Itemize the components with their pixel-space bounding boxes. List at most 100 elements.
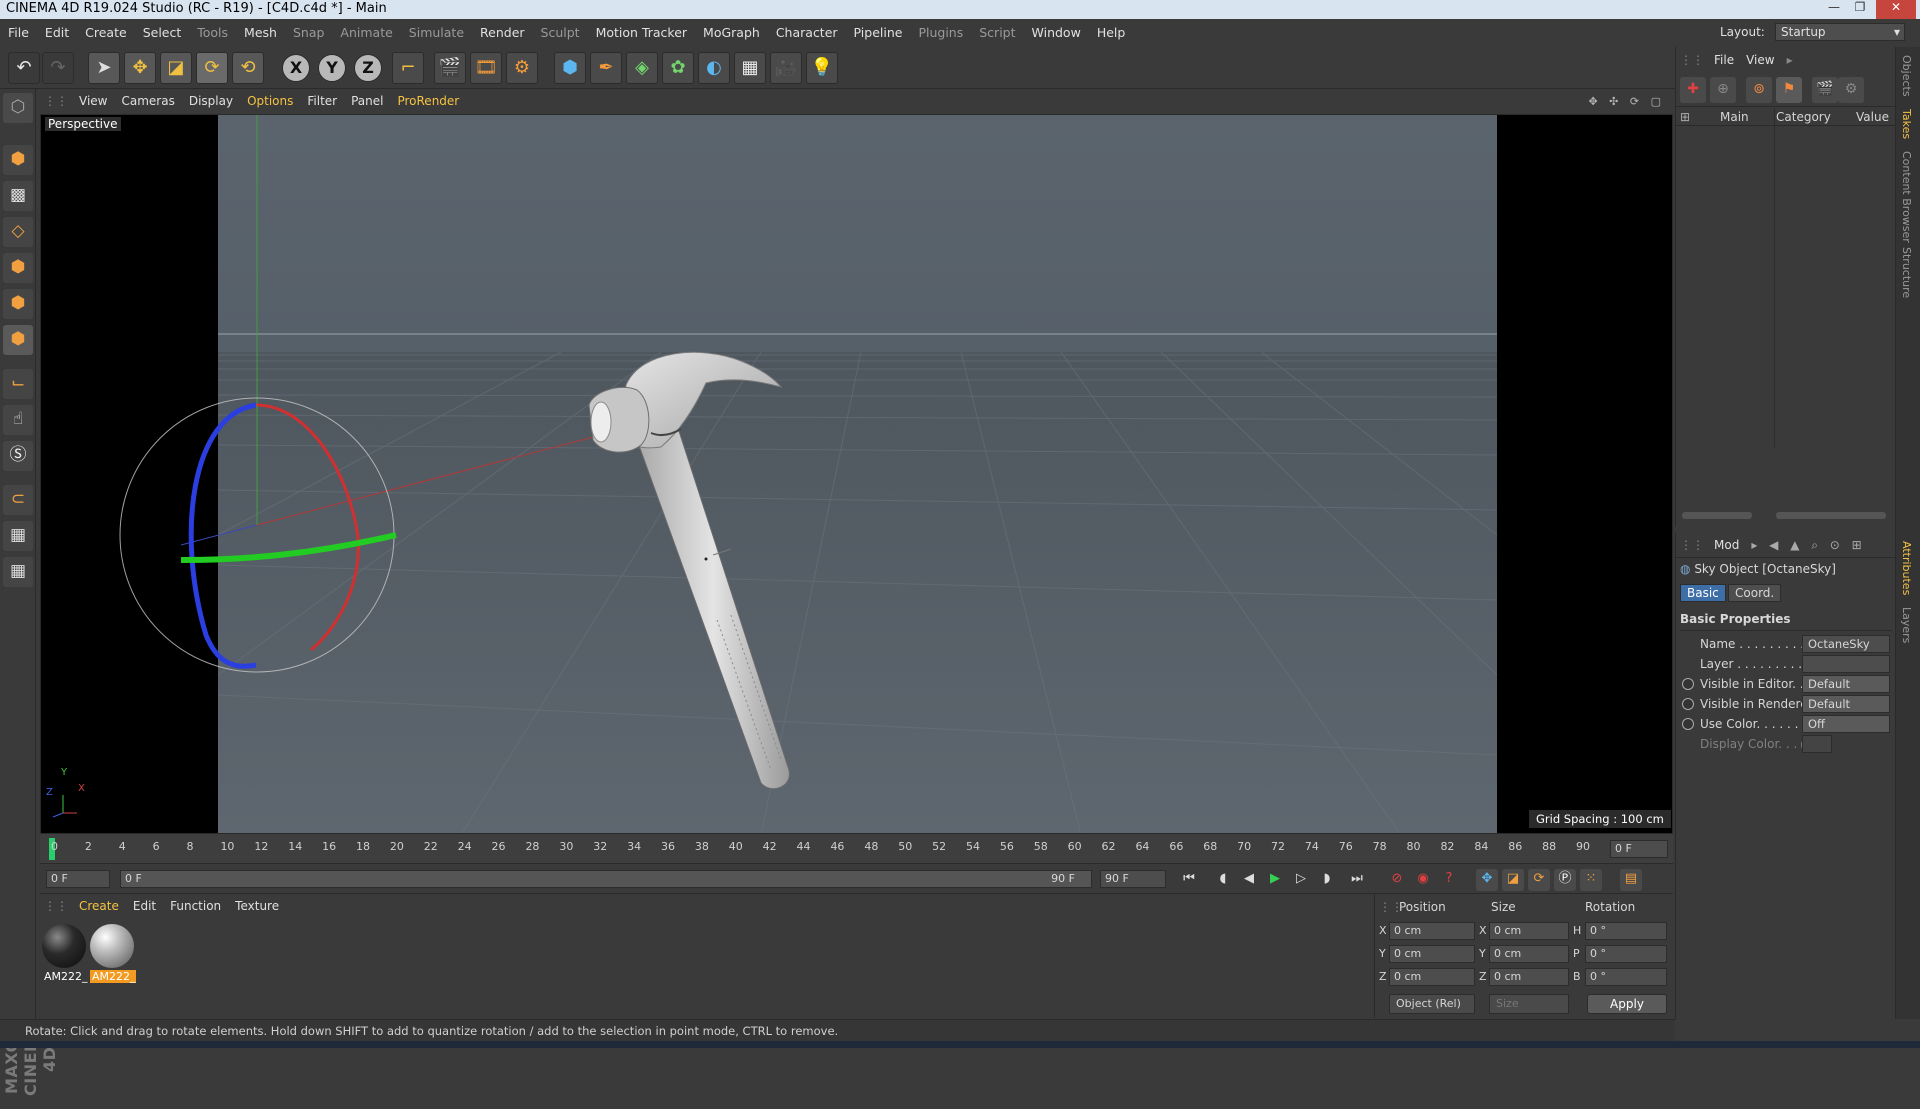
menu-help[interactable]: Help [1089,19,1134,47]
next-frame-button[interactable]: ▷ [1290,869,1312,891]
render-settings-button[interactable]: ⚙ [506,52,538,84]
visible-in-renderer-dropdown[interactable]: Default [1802,695,1890,713]
menu-edit[interactable]: Edit [37,19,77,47]
render-view-button[interactable]: 🎬 [434,52,466,84]
previous-key-button[interactable]: ◖ [1212,869,1234,891]
camera-button[interactable]: 🎥 [770,52,802,84]
play-button[interactable]: ▶ [1264,869,1286,891]
animate-radio[interactable] [1682,718,1694,730]
snap-button[interactable]: Ⓢ [3,441,33,471]
rotation-h-field[interactable]: 0 ° [1585,922,1667,940]
menu-snap[interactable]: Snap [285,19,332,47]
layout-dropdown[interactable]: Startup ▾ [1775,23,1905,41]
edges-mode-button[interactable]: ⬢ [3,289,33,319]
size-z-field[interactable]: 0 cm [1489,968,1569,986]
side-tab-objects[interactable]: Objects [1900,55,1913,97]
visible-in-editor-dropdown[interactable]: Default [1802,675,1890,693]
deformer-button[interactable]: ◐ [698,52,730,84]
texture-mode-button[interactable]: ▩ [3,181,33,211]
current-frame-field[interactable]: 0 F [1610,840,1668,858]
render-picture-viewer-button[interactable]: 🎞 [470,52,502,84]
column-main[interactable]: Main [1720,110,1749,124]
magnet-button[interactable]: ⊂ [3,485,33,515]
keyframe-selection-button[interactable]: ? [1438,869,1460,891]
tab-basic[interactable]: Basic [1680,584,1726,602]
override-button[interactable]: ⊚ [1746,77,1772,103]
menu-window[interactable]: Window [1024,19,1089,47]
cube-object-button[interactable]: ⬢ [554,52,586,84]
go-to-end-button[interactable]: ⏭ [1346,869,1368,891]
position-y-field[interactable]: 0 cm [1389,945,1475,963]
material-swatch-selected[interactable]: AM222_ [90,924,136,984]
take-settings-button[interactable]: ⚙ [1838,77,1864,103]
frame-range-slider[interactable]: 0 F 90 F [120,870,1092,888]
viewport-scene[interactable] [41,115,1673,834]
layer-field[interactable] [1802,655,1890,673]
viewport-menu-panel[interactable]: Panel [344,89,390,114]
viewport-menu-options[interactable]: Options [240,89,300,114]
timeline-settings-button[interactable]: ▤ [1620,869,1642,891]
z-axis-lock[interactable]: Z [354,54,382,82]
rotation-b-field[interactable]: 0 ° [1585,968,1667,986]
viewport-menu-prorender[interactable]: ProRender [390,89,466,114]
coordinate-mode-dropdown[interactable]: Object (Rel) [1389,994,1475,1014]
planar-workplane-button[interactable]: ▦ [3,557,33,587]
side-tab-takes[interactable]: Takes [1900,109,1913,139]
menu-plugins[interactable]: Plugins [910,19,971,47]
position-z-field[interactable]: 0 cm [1389,968,1475,986]
object-list-scrollbar[interactable] [1676,510,1896,522]
key-scale-button[interactable]: ◪ [1502,869,1524,891]
menu-file[interactable]: File [0,19,37,47]
chevron-right-icon[interactable]: ▸ [1781,47,1799,73]
x-axis-lock[interactable]: X [282,54,310,82]
rotation-p-field[interactable]: 0 ° [1585,945,1667,963]
key-position-button[interactable]: ✥ [1476,869,1498,891]
scale-tool[interactable]: ◪ [160,52,192,84]
menu-tools[interactable]: Tools [189,19,236,47]
display-color-swatch[interactable] [1802,735,1832,753]
live-selection-tool[interactable]: ➤ [88,52,120,84]
menu-script[interactable]: Script [971,19,1023,47]
viewport-camera-label[interactable]: Perspective [45,117,121,131]
viewport-menu-cameras[interactable]: Cameras [114,89,181,114]
column-value[interactable]: Value [1856,110,1889,124]
side-tab-layers[interactable]: Layers [1900,607,1913,643]
size-x-field[interactable]: 0 cm [1489,922,1569,940]
menu-render[interactable]: Render [472,19,533,47]
size-y-field[interactable]: 0 cm [1489,945,1569,963]
axis-mode-button[interactable]: ⌙ [3,369,33,399]
rotate-tool[interactable]: ⟳ [196,52,228,84]
start-frame-field[interactable]: 0 F [46,870,110,888]
previous-frame-button[interactable]: ◀ [1238,869,1260,891]
make-editable-button[interactable]: ⬡ [3,93,33,123]
side-tab-attributes[interactable]: Attributes [1900,541,1913,595]
menu-mesh[interactable]: Mesh [236,19,285,47]
floor-button[interactable]: ▦ [734,52,766,84]
render-take-button[interactable]: 🎬 [1812,77,1838,103]
maximize-button[interactable]: ❐ [1848,0,1872,19]
side-tab-structure[interactable]: Structure [1900,247,1913,298]
workplane-mode-button[interactable]: ◇ [3,217,33,247]
add-take-button[interactable]: ✚ [1680,77,1706,103]
tab-coord[interactable]: Coord. [1728,584,1782,602]
material-menu-edit[interactable]: Edit [126,894,163,919]
model-mode-button[interactable]: ⬢ [3,145,33,175]
tweak-mode-button[interactable]: ☝ [3,405,33,435]
menu-motion-tracker[interactable]: Motion Tracker [588,19,695,47]
material-swatch[interactable]: AM222_ [42,924,88,984]
menu-character[interactable]: Character [768,19,846,47]
polygons-mode-button[interactable]: ⬢ [3,325,33,355]
object-menu-view[interactable]: View [1740,47,1780,73]
record-keys-button[interactable]: ⊘ [1386,869,1408,891]
lock-workplane-button[interactable]: ▦ [3,521,33,551]
key-rotation-button[interactable]: ⟳ [1528,869,1550,891]
menu-create[interactable]: Create [77,19,135,47]
viewport-menu-filter[interactable]: Filter [300,89,344,114]
perspective-viewport[interactable]: Perspective Y X Z Grid Spacing : 100 cm [40,114,1673,834]
close-button[interactable]: ✕ [1876,0,1916,19]
name-field[interactable]: OctaneSky [1802,635,1890,653]
viewport-nav-icons[interactable]: ✥ ✣ ⟳ ▢ [1588,95,1665,108]
subdivision-surface-button[interactable]: ◈ [626,52,658,84]
material-menu-texture[interactable]: Texture [228,894,286,919]
use-color-dropdown[interactable]: Off [1802,715,1890,733]
